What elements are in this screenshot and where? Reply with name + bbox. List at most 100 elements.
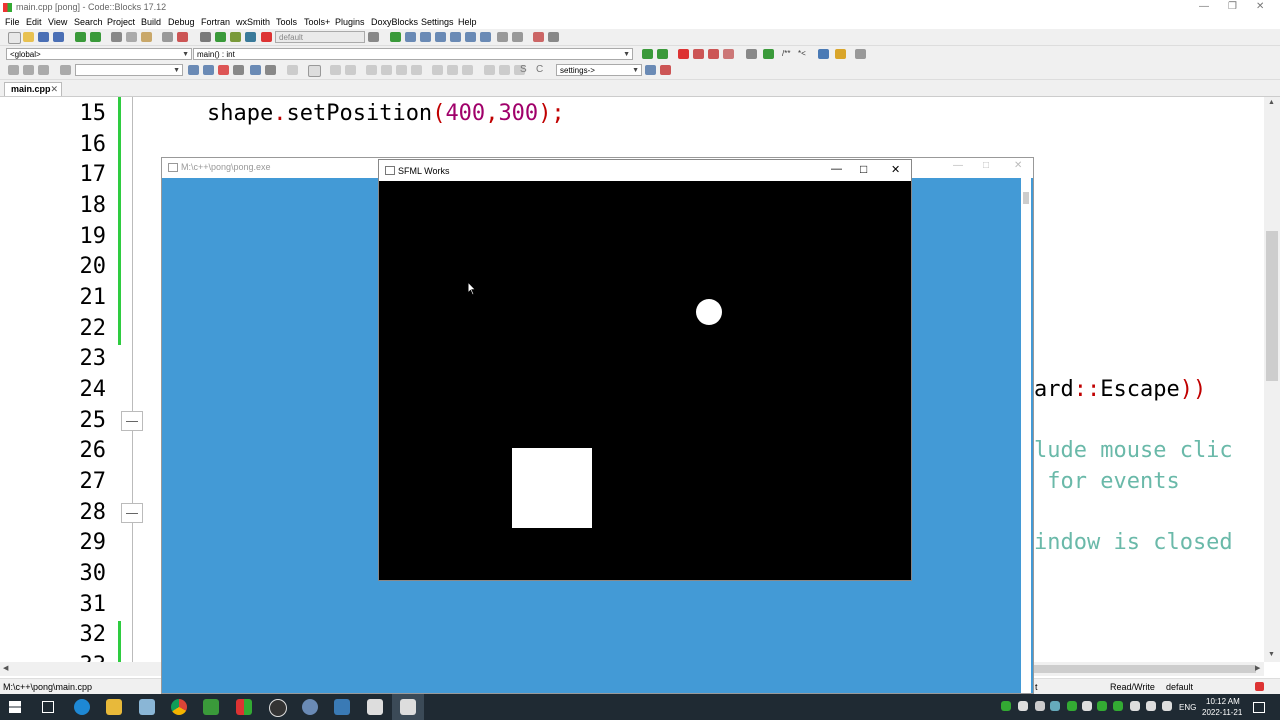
debug-step-out-icon[interactable] (450, 32, 461, 42)
console-close-icon[interactable]: ✕ (1014, 160, 1022, 171)
scrollbar-thumb[interactable] (1034, 665, 1256, 673)
align-right-icon[interactable] (396, 65, 407, 75)
selected-text-icon[interactable] (233, 65, 244, 75)
bookmark-clear-icon[interactable] (723, 49, 734, 59)
battery-icon[interactable] (1162, 701, 1172, 711)
speaker-icon[interactable] (1146, 701, 1156, 711)
menu-help[interactable]: Help (458, 17, 477, 27)
tray-icon[interactable] (1050, 701, 1060, 711)
build-run-icon[interactable] (230, 32, 241, 42)
chrome-icon[interactable] (171, 699, 187, 715)
c-tool-icon[interactable]: C (536, 64, 543, 75)
replace-icon[interactable] (177, 32, 188, 42)
scrollbar-thumb[interactable] (1023, 192, 1029, 204)
layout-1-icon[interactable] (432, 65, 443, 75)
save-icon[interactable] (38, 32, 49, 42)
next-highlight-icon[interactable] (763, 49, 774, 59)
tray-icon[interactable] (1082, 701, 1092, 711)
menu-project[interactable]: Project (107, 17, 135, 27)
sfml-close-icon[interactable]: ✕ (891, 163, 900, 176)
target-options-icon[interactable] (368, 32, 379, 42)
copy-icon[interactable] (126, 32, 137, 42)
select-tool-icon[interactable] (287, 65, 298, 75)
debug-run-to-cursor-icon[interactable] (405, 32, 416, 42)
obs-icon[interactable] (269, 699, 287, 717)
tab-close-icon[interactable]: ✕ (50, 83, 58, 96)
notepad-icon[interactable] (139, 699, 155, 715)
maximize-icon[interactable]: ❐ (1228, 1, 1237, 12)
save-all-icon[interactable] (53, 32, 64, 42)
cut-icon[interactable] (111, 32, 122, 42)
align-left-icon[interactable] (366, 65, 377, 75)
menu-debug[interactable]: Debug (168, 17, 195, 27)
jump-forward-icon[interactable] (657, 49, 668, 59)
tray-icon[interactable] (1113, 701, 1123, 711)
comment-line-icon[interactable]: *< (798, 49, 806, 58)
align-top-icon[interactable] (411, 65, 422, 75)
network-icon[interactable] (1130, 701, 1140, 711)
scrollbar-thumb[interactable] (1266, 231, 1278, 381)
nav-stop-icon[interactable] (23, 65, 34, 75)
scroll-up-icon[interactable]: ▲ (1268, 99, 1275, 106)
abort-icon[interactable] (261, 32, 272, 42)
tray-icon[interactable] (1067, 701, 1077, 711)
find-prev-icon[interactable] (188, 65, 199, 75)
debug-next-instruction-icon[interactable] (465, 32, 476, 42)
match-case-icon[interactable] (250, 65, 261, 75)
run-icon[interactable] (215, 32, 226, 42)
bookmark-next-icon[interactable] (708, 49, 719, 59)
debug-start-icon[interactable] (390, 32, 401, 42)
find-next-icon[interactable] (203, 65, 214, 75)
menu-build[interactable]: Build (141, 17, 161, 27)
console-minimize-icon[interactable]: — (953, 160, 963, 171)
zoom-out-icon[interactable] (499, 65, 510, 75)
highlight-all-icon[interactable] (218, 65, 229, 75)
fold-marker-icon[interactable] (121, 411, 143, 431)
wrench-icon[interactable] (660, 65, 671, 75)
debug-next-line-icon[interactable] (420, 32, 431, 42)
group-tool-icon[interactable] (345, 65, 356, 75)
game-canvas[interactable] (379, 181, 911, 580)
open-icon[interactable] (23, 32, 34, 42)
tray-icon[interactable] (1035, 701, 1045, 711)
tray-icon[interactable] (1001, 701, 1011, 711)
debug-windows-icon[interactable] (533, 32, 544, 42)
start-icon[interactable] (9, 701, 21, 713)
layout-3-icon[interactable] (462, 65, 473, 75)
nav-forward-icon[interactable] (38, 65, 49, 75)
rebuild-icon[interactable] (245, 32, 256, 42)
build-target-select[interactable]: default (275, 31, 365, 43)
undo-icon[interactable] (75, 32, 86, 42)
find-icon[interactable] (162, 32, 173, 42)
s-tool-icon[interactable]: S (520, 64, 527, 75)
doxy-config-icon[interactable] (855, 49, 866, 59)
minimize-icon[interactable]: — (1199, 1, 1209, 12)
zoom-in-icon[interactable] (484, 65, 495, 75)
scroll-down-icon[interactable]: ▼ (1268, 651, 1275, 658)
debug-step-instruction-icon[interactable] (480, 32, 491, 42)
menu-wxsmith[interactable]: wxSmith (236, 17, 270, 27)
menu-edit[interactable]: Edit (26, 17, 42, 27)
layout-2-icon[interactable] (447, 65, 458, 75)
console-maximize-icon[interactable]: □ (983, 160, 989, 171)
scope-select[interactable]: <global> ▼ (6, 48, 192, 60)
bookmark-prev-icon[interactable] (693, 49, 704, 59)
edge-icon[interactable] (74, 699, 90, 715)
menu-settings[interactable]: Settings (421, 17, 454, 27)
menu-fortran[interactable]: Fortran (201, 17, 230, 27)
nav-back-icon[interactable] (8, 65, 19, 75)
app-task-icon[interactable] (302, 699, 318, 715)
notification-icon[interactable] (1253, 702, 1265, 713)
sfml-minimize-icon[interactable]: — (831, 163, 842, 175)
tray-icon[interactable] (1018, 701, 1028, 711)
align-center-icon[interactable] (381, 65, 392, 75)
codeblocks-task-icon[interactable] (203, 699, 219, 715)
clock-date[interactable]: 2022-11-21 (1202, 708, 1242, 717)
zoom-search-icon[interactable] (645, 65, 656, 75)
function-select[interactable]: main() : int ▼ (193, 48, 633, 60)
menu-file[interactable]: File (5, 17, 20, 27)
tab-main-cpp[interactable]: main.cpp ✕ (4, 82, 62, 96)
comment-block-icon[interactable]: /** (782, 49, 790, 58)
settings-combo[interactable]: settings-> ▼ (556, 64, 642, 76)
jump-back-icon[interactable] (642, 49, 653, 59)
